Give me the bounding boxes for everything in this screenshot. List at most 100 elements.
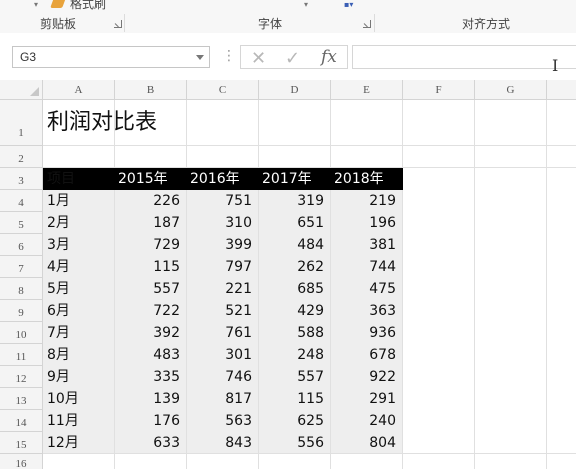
value-cell[interactable]: 310 — [187, 212, 259, 234]
value-cell[interactable]: 729 — [115, 234, 187, 256]
select-all-button[interactable] — [0, 80, 43, 100]
value-cell[interactable]: 563 — [187, 410, 259, 432]
month-cell[interactable]: 2月 — [43, 212, 115, 234]
value-cell[interactable]: 381 — [331, 234, 403, 256]
month-cell[interactable]: 1月 — [43, 190, 115, 212]
value-cell[interactable]: 363 — [331, 300, 403, 322]
row-header-8[interactable]: 8 — [0, 278, 43, 300]
header-cell-2017[interactable]: 2017年 — [262, 168, 331, 190]
value-cell[interactable]: 248 — [259, 344, 331, 366]
value-cell[interactable]: 521 — [187, 300, 259, 322]
month-cell[interactable]: 8月 — [43, 344, 115, 366]
row-header-3[interactable]: 3 — [0, 168, 43, 190]
value-cell[interactable]: 115 — [259, 388, 331, 410]
column-header-f[interactable]: F — [403, 80, 475, 100]
value-cell[interactable]: 744 — [331, 256, 403, 278]
insert-function-icon[interactable]: fx — [321, 47, 337, 67]
row-header-16[interactable]: 16 — [0, 454, 43, 470]
format-painter-button[interactable]: 格式刷 — [50, 0, 106, 12]
column-header-g[interactable]: G — [475, 80, 547, 100]
value-cell[interactable]: 399 — [187, 234, 259, 256]
row-header-9[interactable]: 9 — [0, 300, 43, 322]
month-cell[interactable]: 4月 — [43, 256, 115, 278]
row-header-7[interactable]: 7 — [0, 256, 43, 278]
header-cell-2018[interactable]: 2018年 — [334, 168, 403, 190]
value-cell[interactable]: 922 — [331, 366, 403, 388]
value-cell[interactable]: 240 — [331, 410, 403, 432]
month-cell[interactable]: 7月 — [43, 322, 115, 344]
value-cell[interactable]: 557 — [115, 278, 187, 300]
value-cell[interactable]: 139 — [115, 388, 187, 410]
value-cell[interactable]: 625 — [259, 410, 331, 432]
header-cell-2015[interactable]: 2015年 — [118, 168, 187, 190]
column-header-b[interactable]: B — [115, 80, 187, 100]
month-cell[interactable]: 3月 — [43, 234, 115, 256]
header-cell-item[interactable]: 项目 — [43, 168, 115, 190]
row-header-10[interactable]: 10 — [0, 322, 43, 344]
month-cell[interactable]: 6月 — [43, 300, 115, 322]
value-cell[interactable]: 115 — [115, 256, 187, 278]
row-header-12[interactable]: 12 — [0, 366, 43, 388]
header-cell-2016[interactable]: 2016年 — [190, 168, 259, 190]
formula-bar-resize-handle[interactable]: ⋮ — [222, 48, 236, 64]
name-box[interactable]: G3 — [12, 46, 210, 68]
value-cell[interactable]: 475 — [331, 278, 403, 300]
paste-dropdown-arrow[interactable]: ▾ — [34, 0, 38, 9]
value-cell[interactable]: 746 — [187, 366, 259, 388]
value-cell[interactable]: 797 — [187, 256, 259, 278]
column-header-e[interactable]: E — [331, 80, 403, 100]
month-cell[interactable]: 11月 — [43, 410, 115, 432]
sheet-title[interactable]: 利润对比表 — [47, 104, 157, 136]
value-cell[interactable]: 196 — [331, 212, 403, 234]
value-cell[interactable]: 301 — [187, 344, 259, 366]
row-header-11[interactable]: 11 — [0, 344, 43, 366]
value-cell[interactable]: 429 — [259, 300, 331, 322]
value-cell[interactable]: 226 — [115, 190, 187, 212]
value-cell[interactable]: 392 — [115, 322, 187, 344]
phonetic-icon[interactable]: ▪▾ — [344, 0, 353, 9]
month-cell[interactable]: 5月 — [43, 278, 115, 300]
month-cell[interactable]: 9月 — [43, 366, 115, 388]
chevron-down-icon[interactable] — [196, 55, 204, 60]
value-cell[interactable]: 335 — [115, 366, 187, 388]
value-cell[interactable]: 722 — [115, 300, 187, 322]
column-header-a[interactable]: A — [43, 80, 115, 100]
value-cell[interactable]: 651 — [259, 212, 331, 234]
value-cell[interactable]: 936 — [331, 322, 403, 344]
value-cell[interactable]: 817 — [187, 388, 259, 410]
month-cell[interactable]: 12月 — [43, 432, 115, 454]
row-header-5[interactable]: 5 — [0, 212, 43, 234]
row-header-1[interactable]: 1 — [0, 100, 43, 146]
value-cell[interactable]: 843 — [187, 432, 259, 454]
value-cell[interactable]: 483 — [115, 344, 187, 366]
value-cell[interactable]: 176 — [115, 410, 187, 432]
value-cell[interactable]: 761 — [187, 322, 259, 344]
enter-icon[interactable]: ✓ — [285, 48, 300, 69]
value-cell[interactable]: 678 — [331, 344, 403, 366]
cancel-icon[interactable]: ✕ — [251, 48, 266, 69]
month-cell[interactable]: 10月 — [43, 388, 115, 410]
value-cell[interactable]: 484 — [259, 234, 331, 256]
value-cell[interactable]: 319 — [259, 190, 331, 212]
column-header-c[interactable]: C — [187, 80, 259, 100]
value-cell[interactable]: 588 — [259, 322, 331, 344]
row-header-14[interactable]: 14 — [0, 410, 43, 432]
value-cell[interactable]: 291 — [331, 388, 403, 410]
value-cell[interactable]: 221 — [187, 278, 259, 300]
value-cell[interactable]: 751 — [187, 190, 259, 212]
value-cell[interactable]: 685 — [259, 278, 331, 300]
value-cell[interactable]: 556 — [259, 432, 331, 454]
value-cell[interactable]: 557 — [259, 366, 331, 388]
row-header-2[interactable]: 2 — [0, 146, 43, 168]
value-cell[interactable]: 262 — [259, 256, 331, 278]
row-header-6[interactable]: 6 — [0, 234, 43, 256]
formula-input[interactable] — [352, 45, 576, 69]
value-cell[interactable]: 633 — [115, 432, 187, 454]
row-header-15[interactable]: 15 — [0, 432, 43, 454]
clipboard-launcher-icon[interactable] — [114, 20, 122, 28]
value-cell[interactable]: 219 — [331, 190, 403, 212]
row-header-13[interactable]: 13 — [0, 388, 43, 410]
column-header-d[interactable]: D — [259, 80, 331, 100]
row-header-4[interactable]: 4 — [0, 190, 43, 212]
value-cell[interactable]: 804 — [331, 432, 403, 454]
